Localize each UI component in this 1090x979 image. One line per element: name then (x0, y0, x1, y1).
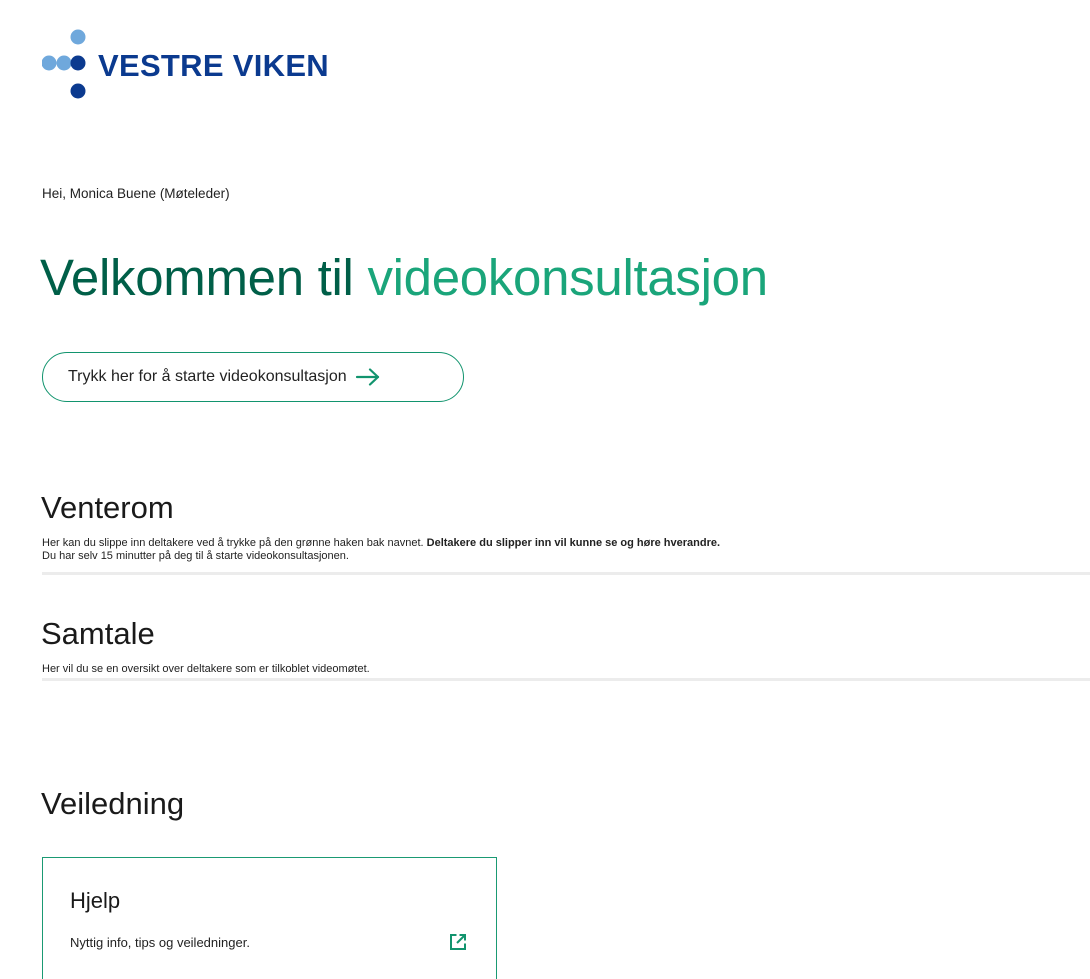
logo-dots-icon (42, 29, 86, 99)
guidance-title: Veiledning (41, 786, 185, 821)
start-button-label: Trykk her for å starte videokonsultasjon (68, 368, 347, 385)
waiting-room-desc-bold: Deltakere du slipper inn vil kunne se og… (426, 537, 721, 549)
page-title: Velkommen til videokonsultasjon (40, 248, 768, 307)
conversation-description: Her vil du se en oversikt over deltakere… (42, 663, 370, 675)
page: VESTRE VIKEN Hei, Monica Buene (Møtelede… (0, 0, 1090, 979)
help-card-description: Nyttig info, tips og veiledninger. (70, 935, 250, 950)
page-title-part1: Velkommen til (40, 249, 368, 306)
greeting-text: Hei, Monica Buene (Møteleder) (42, 186, 230, 201)
waiting-room-title: Venterom (41, 490, 174, 525)
arrow-right-icon (355, 367, 381, 387)
external-link-icon[interactable] (448, 932, 468, 952)
help-card[interactable]: Hjelp Nyttig info, tips og veiledninger. (42, 857, 497, 979)
waiting-room-divider (42, 572, 1090, 575)
help-card-title: Hjelp (70, 888, 121, 913)
waiting-room-desc-text: Her kan du slippe inn deltakere ved å tr… (42, 537, 427, 549)
waiting-room-desc-line2: Du har selv 15 minutter på deg til å sta… (42, 550, 349, 562)
start-videoconsultation-button[interactable]: Trykk her for å starte videokonsultasjon (42, 352, 464, 402)
page-title-part2: videokonsultasjon (367, 249, 768, 306)
vestre-viken-logo: VESTRE VIKEN (42, 28, 372, 104)
conversation-title: Samtale (41, 616, 155, 651)
conversation-divider (42, 678, 1090, 681)
waiting-room-description: Her kan du slippe inn deltakere ved å tr… (42, 537, 720, 563)
logo-wordmark: VESTRE VIKEN (98, 48, 329, 83)
